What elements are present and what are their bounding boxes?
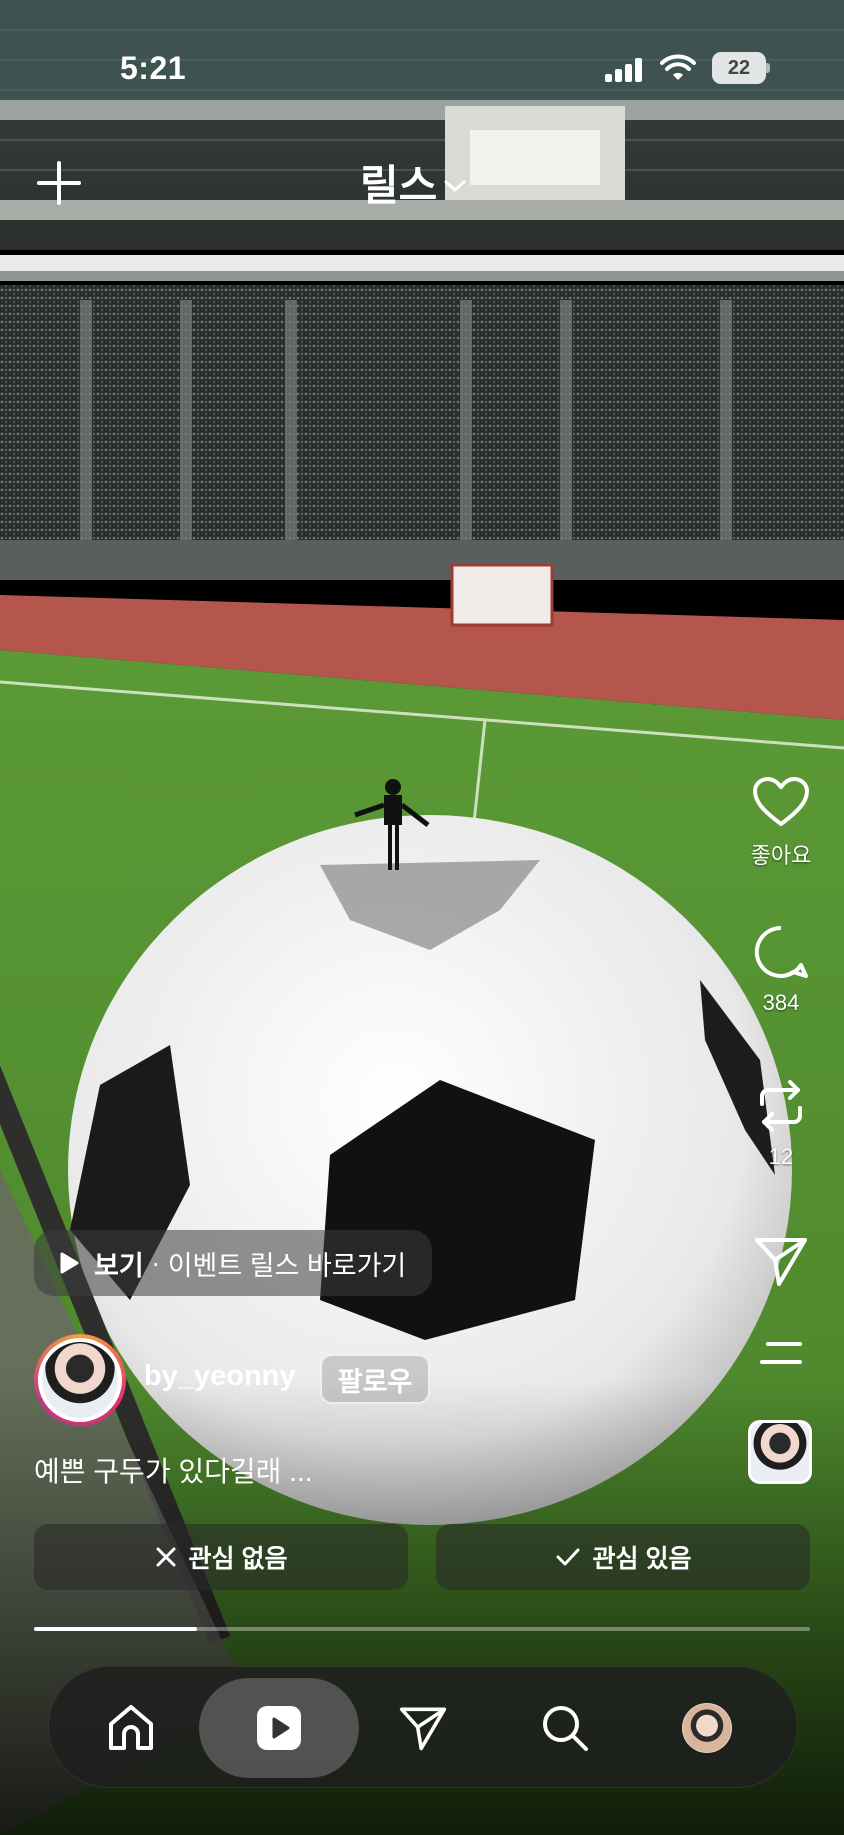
cellular-signal-icon <box>605 58 642 82</box>
page-title: 릴스 <box>360 162 438 209</box>
search-icon <box>543 1706 588 1751</box>
profile-avatar <box>682 1703 732 1753</box>
reels-icon <box>257 1706 301 1750</box>
wifi-icon <box>660 54 696 80</box>
send-icon <box>755 1238 807 1286</box>
play-icon <box>60 1252 79 1274</box>
author-username[interactable]: by_yeonny <box>144 1360 296 1393</box>
battery-level: 22 <box>712 52 766 84</box>
nav-messages[interactable] <box>343 1678 503 1778</box>
event-text: 이벤트 릴스 바로가기 <box>167 1250 407 1281</box>
bottom-navigation <box>48 1666 798 1788</box>
playback-progress-fill <box>34 1627 197 1631</box>
plus-icon[interactable] <box>36 160 82 206</box>
more-options-button[interactable] <box>740 1340 822 1366</box>
like-button[interactable]: 좋아요 <box>740 776 822 870</box>
battery-indicator: 22 <box>712 52 770 84</box>
repost-count: 12 <box>768 1144 794 1169</box>
share-button[interactable] <box>740 1234 822 1288</box>
status-time: 5:21 <box>120 50 187 86</box>
reels-title-dropdown[interactable]: 릴스 <box>360 152 467 213</box>
status-bar: 5:21 22 <box>0 0 844 110</box>
comment-icon <box>754 925 808 978</box>
send-icon <box>399 1707 447 1751</box>
like-label: 좋아요 <box>750 843 812 868</box>
home-icon <box>109 1705 153 1750</box>
nav-profile[interactable] <box>627 1678 787 1778</box>
nav-home[interactable] <box>51 1678 211 1778</box>
audio-thumbnail[interactable] <box>748 1420 812 1484</box>
not-interested-label: 관심 없음 <box>188 1545 288 1573</box>
repost-icon <box>760 1080 802 1132</box>
battery-tip <box>766 63 770 73</box>
comment-button[interactable]: 384 <box>740 924 822 1016</box>
chevron-down-icon <box>444 180 466 191</box>
check-icon <box>556 1548 580 1566</box>
nav-search[interactable] <box>485 1678 645 1778</box>
nav-reels[interactable] <box>199 1678 359 1778</box>
heart-icon <box>753 777 809 826</box>
event-reels-link[interactable]: 보기 · 이벤트 릴스 바로가기 <box>34 1230 433 1296</box>
close-icon <box>156 1547 176 1567</box>
not-interested-button[interactable]: 관심 없음 <box>34 1524 408 1590</box>
interested-label: 관심 있음 <box>592 1545 692 1573</box>
playback-progress[interactable] <box>34 1627 810 1631</box>
avatar <box>42 1342 118 1418</box>
reel-caption[interactable]: 예쁜 구두가 있다길래 ... <box>34 1450 313 1490</box>
follow-button[interactable]: 팔로우 <box>320 1354 430 1404</box>
event-separator: · <box>143 1247 168 1278</box>
more-lines-icon <box>760 1342 802 1364</box>
repost-button[interactable]: 12 <box>740 1078 822 1170</box>
interested-button[interactable]: 관심 있음 <box>436 1524 810 1590</box>
author-avatar[interactable] <box>34 1334 126 1426</box>
event-strong: 보기 <box>94 1250 144 1281</box>
comment-count: 384 <box>762 990 800 1015</box>
